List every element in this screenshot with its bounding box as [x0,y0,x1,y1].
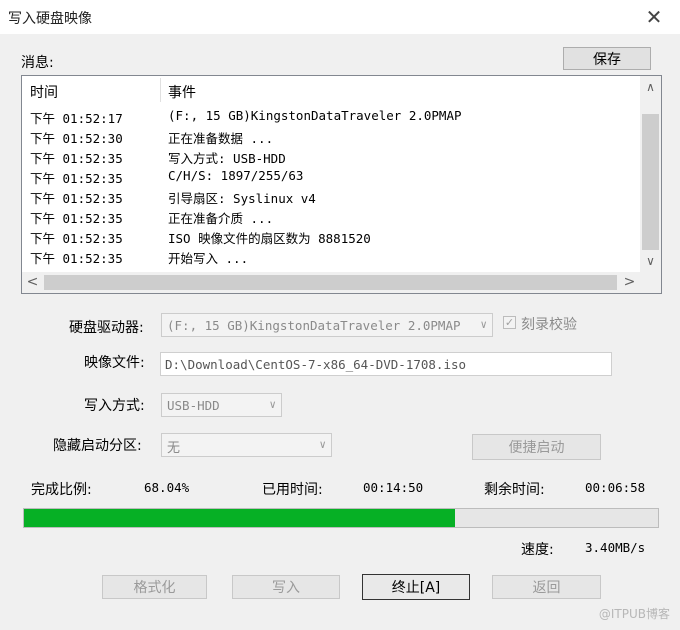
log-row[interactable]: 下午 01:52:35 写入方式: USB-HDD [22,146,639,166]
hidden-partition-select[interactable]: 无 ∨ [161,433,332,457]
chevron-down-icon: ∨ [269,398,276,411]
log-event: C/H/S: 1897/255/63 [168,168,304,183]
log-event: 引导扇区: Syslinux v4 [168,191,316,206]
vertical-scroll-thumb[interactable] [642,114,659,250]
log-time: 下午 01:52:35 [30,211,123,226]
drive-label: 硬盘驱动器: [69,320,144,336]
log-event: ISO 映像文件的扇区数为 8881520 [168,231,371,246]
hidden-partition-label: 隐藏启动分区: [53,438,142,454]
image-file-field[interactable]: D:\Download\CentOS-7-x86_64-DVD-1708.iso [160,352,612,376]
save-button[interactable]: 保存 [563,47,651,70]
column-header-time[interactable]: 时间 [30,82,58,102]
log-time: 下午 01:52:35 [30,251,123,266]
chevron-down-icon: ∨ [480,318,487,331]
scroll-down-icon[interactable]: ∨ [640,252,661,270]
log-row[interactable]: 下午 01:52:35 正在准备介质 ... [22,206,639,226]
horizontal-scroll-thumb[interactable] [44,275,617,290]
remaining-label: 剩余时间: [484,482,545,498]
log-row[interactable]: 下午 01:52:35 ISO 映像文件的扇区数为 8881520 [22,226,639,246]
title-bar: 写入硬盘映像 ✕ [0,0,680,34]
log-event: 正在准备数据 ... [168,131,274,146]
close-icon[interactable]: ✕ [634,2,674,32]
scroll-left-icon[interactable]: < [22,272,43,293]
watermark: @ITPUB博客 [598,607,670,621]
chevron-down-icon: ∨ [319,438,326,451]
scroll-up-icon[interactable]: ∧ [640,78,661,96]
percent-label: 完成比例: [31,482,92,498]
log-event: 正在准备介质 ... [168,211,274,226]
progress-bar [23,508,659,528]
write-button[interactable]: 写入 [232,575,340,599]
percent-value: 68.04% [144,480,190,495]
log-row[interactable]: 下午 01:52:30 正在准备数据 ... [22,126,639,146]
remaining-value: 00:06:58 [585,480,646,495]
write-mode-select[interactable]: USB-HDD ∨ [161,393,282,417]
message-log[interactable]: 时间 事件 下午 01:52:17 (F:, 15 GB)KingstonData… [21,75,662,294]
verify-label: 刻录校验 [521,317,577,333]
log-event: 写入方式: USB-HDD [168,151,286,166]
log-time: 下午 01:52:35 [30,151,123,166]
column-divider[interactable] [160,78,161,102]
log-row[interactable]: 下午 01:52:35 C/H/S: 1897/255/63 [22,166,639,186]
stop-button[interactable]: 终止[A] [362,574,470,600]
log-rows: 下午 01:52:17 (F:, 15 GB)KingstonDataTravel… [22,106,639,266]
messages-label: 消息: [21,55,54,71]
drive-select[interactable]: (F:, 15 GB)KingstonDataTraveler 2.0PMAP … [161,313,493,337]
check-icon[interactable]: ✓ [503,316,516,329]
speed-label: 速度: [521,542,554,558]
column-header-event[interactable]: 事件 [168,82,196,102]
speed-value: 3.40MB/s [585,540,646,555]
log-time: 下午 01:52:35 [30,191,123,206]
log-row[interactable]: 下午 01:52:35 开始写入 ... [22,246,639,266]
image-file-label: 映像文件: [84,355,145,371]
horizontal-scrollbar[interactable]: < > [22,272,661,293]
elapsed-value: 00:14:50 [363,480,424,495]
window-title: 写入硬盘映像 [8,11,92,27]
log-header: 时间 事件 [22,76,639,104]
log-event: 开始写入 ... [168,251,249,266]
format-button[interactable]: 格式化 [102,575,207,599]
log-time: 下午 01:52:35 [30,231,123,246]
quick-boot-button[interactable]: 便捷启动 [472,434,601,460]
hidden-partition-value: 无 [167,441,181,456]
vertical-scrollbar[interactable]: ∧ ∨ [640,76,661,272]
log-event: (F:, 15 GB)KingstonDataTraveler 2.0PMAP [168,108,462,123]
elapsed-label: 已用时间: [262,482,323,498]
log-row[interactable]: 下午 01:52:35 引导扇区: Syslinux v4 [22,186,639,206]
write-mode-label: 写入方式: [84,398,145,414]
log-row[interactable]: 下午 01:52:17 (F:, 15 GB)KingstonDataTravel… [22,106,639,126]
log-time: 下午 01:52:30 [30,131,123,146]
drive-select-value: (F:, 15 GB)KingstonDataTraveler 2.0PMAP [167,318,461,333]
log-time: 下午 01:52:17 [30,111,123,126]
scroll-right-icon[interactable]: > [619,272,640,293]
image-file-value: D:\Download\CentOS-7-x86_64-DVD-1708.iso [165,357,467,372]
progress-fill [24,509,455,527]
back-button[interactable]: 返回 [492,575,601,599]
write-mode-value: USB-HDD [167,398,220,413]
log-time: 下午 01:52:35 [30,171,123,186]
